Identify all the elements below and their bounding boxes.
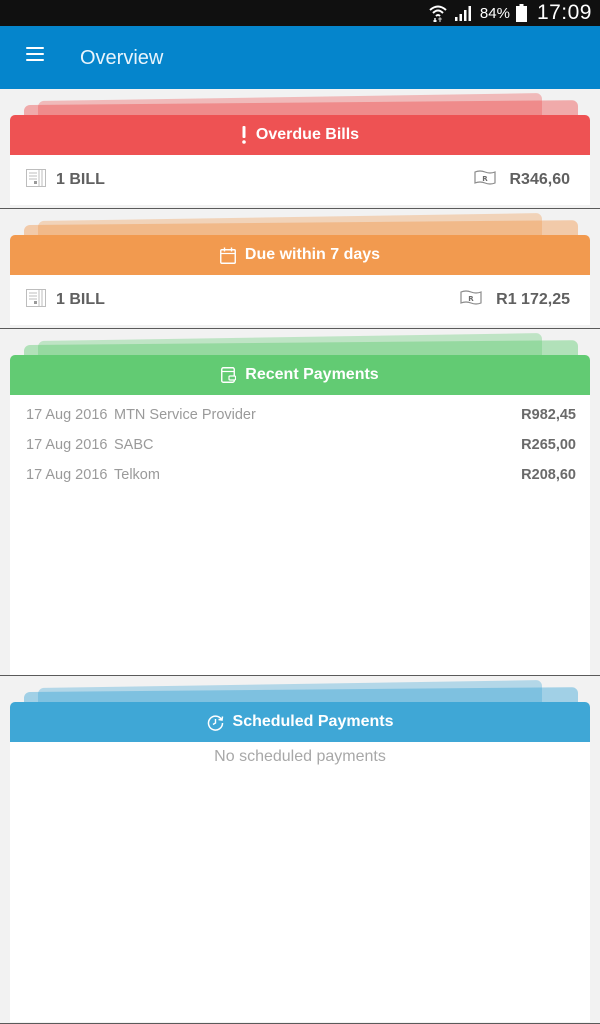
overdue-amount: R346,60 — [509, 171, 571, 188]
payment-amount: R265,00 — [521, 437, 576, 453]
hamburger-menu-icon — [26, 46, 44, 61]
scheduled-payments-title: Scheduled Payments — [232, 713, 394, 730]
bill-count: 1 BILL — [56, 171, 105, 188]
svg-text:R: R — [468, 295, 474, 303]
payment-payee: MTN Service Provider — [114, 407, 256, 423]
battery-percent: 84% — [479, 4, 510, 22]
exclamation-icon — [241, 126, 247, 144]
overdue-bills-title: Overdue Bills — [255, 126, 360, 143]
bill-document-icon — [26, 168, 46, 192]
overdue-bills-summary[interactable]: 1 BILL R R346,60 — [10, 155, 590, 205]
page-title: Overview — [80, 46, 164, 69]
menu-button[interactable] — [0, 26, 72, 89]
signal-icon — [454, 5, 472, 21]
due-soon-summary[interactable]: 1 BILL R R1 172,25 — [10, 275, 590, 325]
recent-payments-title: Recent Payments — [245, 366, 379, 383]
recent-payments-header[interactable]: Recent Payments — [10, 355, 590, 395]
payment-date: 17 Aug 2016 — [26, 467, 108, 483]
clock: 17:09 — [536, 1, 592, 24]
bill-document-icon — [26, 288, 46, 312]
payment-amount: R982,45 — [521, 407, 576, 423]
payment-payee: SABC — [114, 437, 154, 453]
due-soon-header[interactable]: Due within 7 days — [10, 235, 590, 275]
payment-row[interactable]: 17 Aug 2016 MTN Service Provider R982,45 — [26, 400, 576, 430]
payment-date: 17 Aug 2016 — [26, 407, 108, 423]
scheduled-payments-header[interactable]: Scheduled Payments — [10, 702, 590, 742]
battery-icon — [515, 4, 527, 22]
rand-banknote-icon: R — [460, 289, 482, 311]
payment-row[interactable]: 17 Aug 2016 SABC R265,00 — [26, 430, 576, 460]
bill-count: 1 BILL — [56, 291, 105, 308]
app-bar: Overview — [0, 26, 600, 89]
scheduled-payments-section: Scheduled Payments No scheduled payments — [0, 676, 600, 1024]
rand-banknote-icon: R — [473, 169, 496, 191]
overdue-bills-header[interactable]: Overdue Bills — [10, 115, 590, 155]
recent-payments-list: 17 Aug 2016 MTN Service Provider R982,45… — [10, 395, 590, 675]
payment-amount: R208,60 — [521, 467, 576, 483]
empty-state-text: No scheduled payments — [214, 748, 386, 765]
payment-payee: Telkom — [114, 467, 160, 483]
status-bar: 84% 17:09 — [0, 0, 600, 26]
scheduled-clock-icon — [207, 714, 224, 731]
calendar-icon — [219, 247, 236, 264]
due-soon-section: Due within 7 days 1 BILL R R1 172,25 — [0, 209, 600, 329]
wifi-icon — [428, 4, 448, 22]
recent-payments-section: Recent Payments 17 Aug 2016 MTN Service … — [0, 329, 600, 676]
wallet-icon — [221, 367, 237, 383]
due-soon-title: Due within 7 days — [244, 246, 381, 263]
svg-text:R: R — [482, 175, 488, 183]
due-soon-amount: R1 172,25 — [496, 291, 570, 308]
payment-date: 17 Aug 2016 — [26, 437, 108, 453]
overdue-bills-section: Overdue Bills 1 BILL R R346,60 — [0, 89, 600, 209]
scheduled-payments-body — [10, 742, 590, 1022]
payment-row[interactable]: 17 Aug 2016 Telkom R208,60 — [26, 460, 576, 490]
